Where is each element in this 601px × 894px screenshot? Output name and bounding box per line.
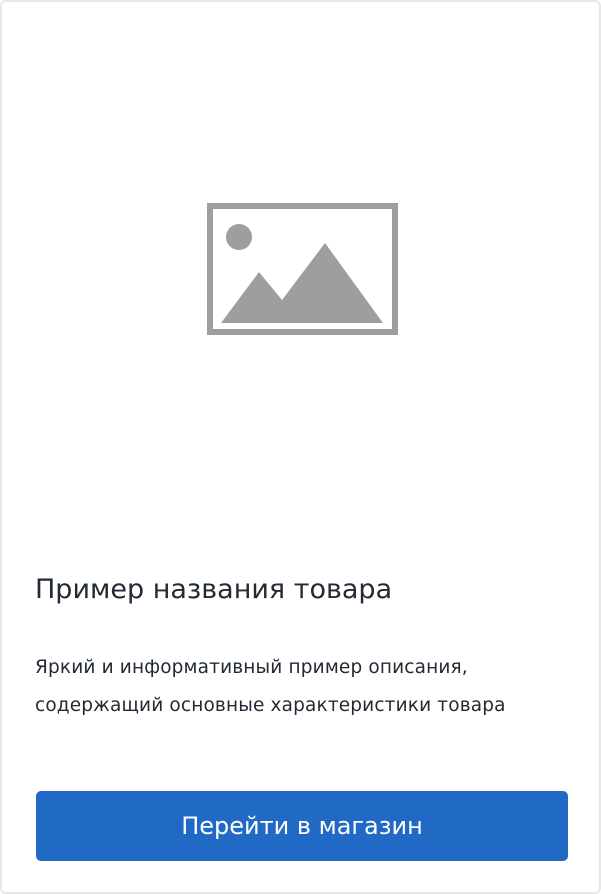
product-image-area: [2, 2, 599, 538]
product-description: Яркий и информативный пример описания, с…: [35, 657, 506, 716]
go-to-shop-button[interactable]: Перейти в магазин: [36, 791, 568, 861]
image-placeholder-icon: [207, 203, 398, 335]
product-title: Пример названия товара: [35, 574, 393, 605]
product-card: Пример названия товара Яркий и информати…: [0, 0, 601, 894]
